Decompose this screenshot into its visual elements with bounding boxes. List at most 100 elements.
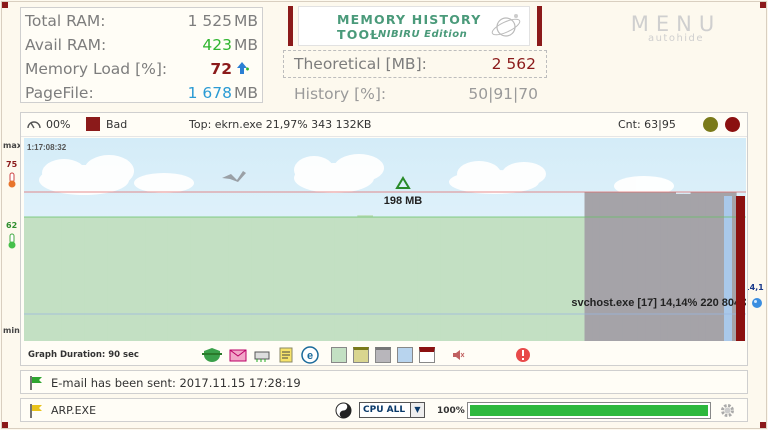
avail-ram-row: Avail RAM: 423 MB <box>25 34 258 58</box>
chart-bar <box>637 192 646 341</box>
chart-bar <box>576 217 586 341</box>
chart-bar <box>470 217 480 341</box>
memory-load-value: 72 <box>210 60 232 78</box>
mail-icon[interactable] <box>229 347 247 363</box>
process-name: ARP.EXE <box>51 404 97 417</box>
chart-bar <box>220 217 230 341</box>
current-value-bar <box>736 196 745 341</box>
gray-color-swatch[interactable] <box>375 347 391 363</box>
process-bar: ARP.EXE CPU ALL ▼ 100% <box>20 398 748 422</box>
chart-bar <box>311 217 320 341</box>
gear-icon[interactable] <box>719 402 736 419</box>
edge-browser-icon[interactable]: e <box>301 346 319 364</box>
chart-bar <box>629 192 639 341</box>
memory-chart: 198 MB svchost.exe [17] 14,14% 220 804KB… <box>24 138 746 341</box>
top-process: Top: ekrn.exe 21,97% 343 132KB <box>189 118 372 131</box>
chart-bar <box>486 217 495 341</box>
chart-bar <box>455 217 464 341</box>
chart-bar <box>167 217 177 341</box>
banner-bar-left <box>288 6 293 46</box>
chart-bar <box>69 217 78 341</box>
chart-bar <box>281 217 290 341</box>
memory-chip-icon[interactable] <box>253 347 271 363</box>
chart-bar <box>501 217 510 341</box>
chart-bar <box>698 192 707 341</box>
chart-bar <box>614 192 623 341</box>
chart-bar <box>531 217 540 341</box>
chart-bar <box>523 217 533 341</box>
chart-bar <box>183 217 192 341</box>
red-color-swatch[interactable] <box>419 347 435 363</box>
chart-bar <box>387 217 396 341</box>
chart-bar <box>77 217 86 341</box>
notes-icon[interactable] <box>277 347 295 363</box>
chart-bar <box>380 217 389 341</box>
chart-bar <box>645 192 654 341</box>
olive-color-swatch[interactable] <box>353 347 369 363</box>
mute-icon[interactable] <box>451 348 465 362</box>
chart-bar <box>433 217 442 341</box>
chart-bar <box>561 217 570 341</box>
progress-percent: 100% <box>437 406 465 416</box>
shield-icon[interactable] <box>201 347 223 363</box>
chart-bar <box>39 217 48 341</box>
theoretical-label: Theoretical [MB]: <box>294 55 427 73</box>
chart-bar <box>137 217 146 341</box>
banner-box: MEMORY HISTORY TOOL ~NIBIRU Edition <box>298 6 530 46</box>
yin-yang-icon[interactable] <box>335 402 352 419</box>
chart-bar <box>584 192 593 341</box>
planet-logo-icon <box>491 14 521 37</box>
chart-bar <box>705 192 714 341</box>
history-value: 50|91|70 <box>468 85 538 103</box>
chart-bar <box>690 192 699 341</box>
chart-bar <box>364 215 374 341</box>
chart-bar <box>326 217 336 341</box>
chart-bar <box>84 217 93 341</box>
olive-indicator[interactable] <box>703 117 718 132</box>
chart-bar <box>273 217 283 341</box>
avail-ram-label: Avail RAM: <box>25 36 107 54</box>
avail-ram-unit: MB <box>233 36 258 54</box>
pagefile-label: PageFile: <box>25 84 94 102</box>
chart-bar <box>667 192 676 341</box>
cpu-select[interactable]: CPU ALL ▼ <box>359 402 425 418</box>
chart-bar <box>190 217 199 341</box>
blue-color-swatch[interactable] <box>397 347 413 363</box>
total-ram-value: 1 525 <box>187 12 232 30</box>
menu-button[interactable]: MENU autohide <box>626 12 726 44</box>
chart-bar <box>569 217 578 341</box>
chart-bar <box>107 217 116 341</box>
peak-marker-label: 198 MB <box>384 195 423 207</box>
memory-history-plot: 198 MB svchost.exe [17] 14,14% 220 804KB… <box>24 138 746 341</box>
chart-bar <box>228 217 237 341</box>
chart-bar <box>145 217 154 341</box>
pagefile-segment <box>724 196 732 341</box>
chart-bar <box>493 217 502 341</box>
chart-bar <box>417 217 427 341</box>
chart-bar <box>675 193 684 341</box>
pagefile-value: 1 678 <box>187 84 232 102</box>
high-value-label: 75 <box>6 160 18 169</box>
chart-bar <box>448 217 457 341</box>
chart-bar <box>130 217 139 341</box>
theoretical-value: 2 562 <box>491 55 536 73</box>
chart-bar <box>122 217 131 341</box>
title-banner: MEMORY HISTORY TOOL ~NIBIRU Edition <box>288 6 542 46</box>
red-indicator[interactable] <box>725 117 740 132</box>
alert-icon[interactable] <box>515 347 531 363</box>
green-color-swatch[interactable] <box>331 347 347 363</box>
chevron-down-icon[interactable]: ▼ <box>410 403 424 417</box>
memory-load-row: Memory Load [%]: 72 <box>25 58 258 82</box>
chart-bar <box>357 215 366 341</box>
chart-bar <box>516 217 525 341</box>
chart-bar <box>607 192 616 341</box>
chart-bar <box>372 217 381 341</box>
green-flag-icon <box>30 376 42 390</box>
chart-bar <box>539 217 548 341</box>
chart-bar <box>682 193 692 341</box>
chart-bar <box>478 217 487 341</box>
min-label: min <box>3 326 20 335</box>
progress-bar <box>467 402 711 419</box>
chart-bar <box>289 217 298 341</box>
chart-bar <box>54 217 63 341</box>
